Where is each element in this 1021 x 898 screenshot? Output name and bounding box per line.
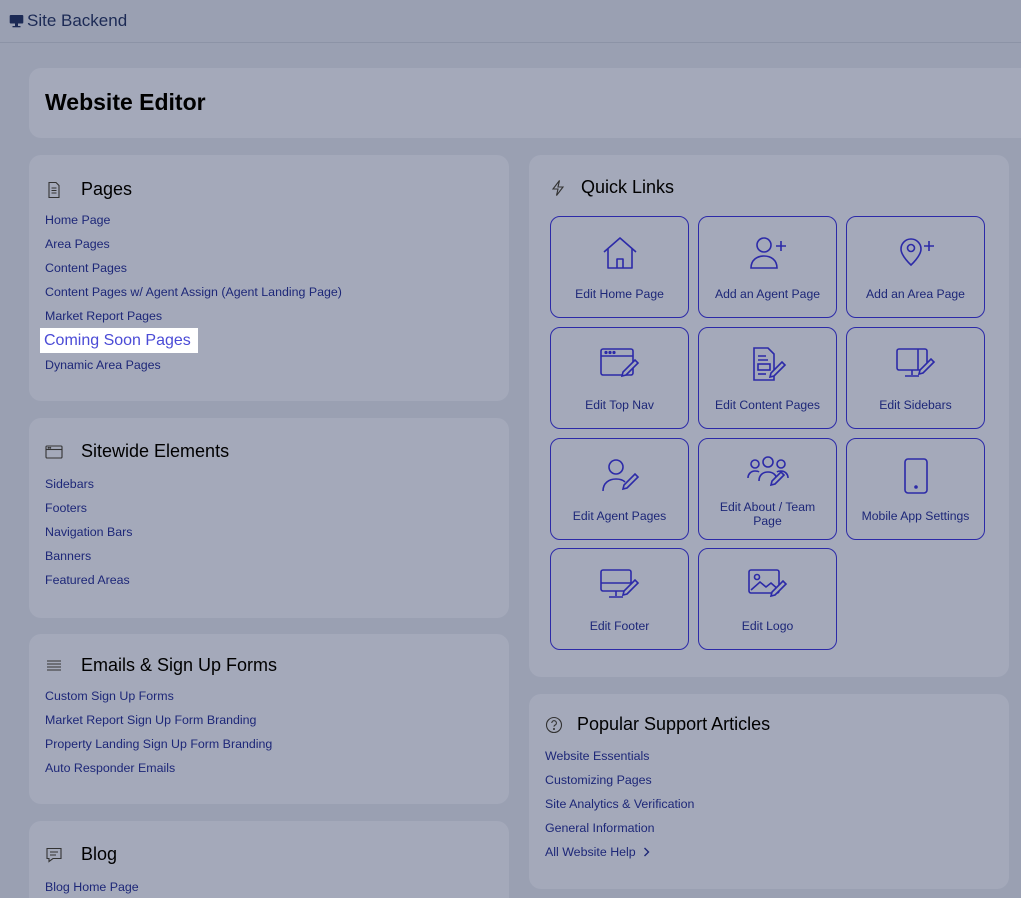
- edit-team-icon: [746, 456, 789, 487]
- monitor-icon: [9, 15, 24, 28]
- support-title: Popular Support Articles: [577, 714, 771, 734]
- sitewide-links: Sidebars Footers Navigation Bars Banners…: [45, 472, 132, 592]
- edit-browser-icon: [599, 348, 639, 378]
- link-property-landing-sign-up-branding[interactable]: Property Landing Sign Up Form Branding: [45, 732, 272, 756]
- quick-links-grid: Edit Home Page Add an Agent Page Add an …: [550, 216, 990, 656]
- link-auto-responder-emails[interactable]: Auto Responder Emails: [45, 756, 272, 780]
- support-card: Popular Support Articles Website Essenti…: [529, 694, 1009, 889]
- tile-edit-home-page[interactable]: Edit Home Page: [550, 216, 689, 318]
- tile-add-agent-page[interactable]: Add an Agent Page: [698, 216, 837, 318]
- blog-links: Blog Home Page: [45, 875, 139, 898]
- page-title: Website Editor: [45, 89, 206, 115]
- browser-window-icon: [45, 444, 63, 459]
- support-links: Website Essentials Customizing Pages Sit…: [545, 744, 694, 864]
- sitewide-title: Sitewide Elements: [81, 441, 230, 461]
- pages-header: Pages: [45, 179, 132, 200]
- link-custom-sign-up-forms[interactable]: Custom Sign Up Forms: [45, 684, 272, 708]
- tile-mobile-app-settings[interactable]: Mobile App Settings: [846, 438, 985, 540]
- link-customizing-pages[interactable]: Customizing Pages: [545, 768, 694, 792]
- help-circle-icon: [545, 716, 563, 733]
- blog-card: Blog Blog Home Page: [29, 821, 509, 898]
- list-icon: [47, 659, 61, 671]
- pages-title: Pages: [81, 179, 133, 199]
- blog-title: Blog: [81, 844, 118, 864]
- link-banners[interactable]: Banners: [45, 544, 132, 568]
- link-coming-soon-pages[interactable]: Coming Soon Pages: [40, 328, 198, 353]
- edit-footer-icon: [599, 569, 639, 598]
- tile-edit-about-team-page[interactable]: Edit About / Team Page: [698, 438, 837, 540]
- link-website-essentials[interactable]: Website Essentials: [545, 744, 694, 768]
- edit-user-icon: [601, 459, 639, 492]
- support-header: Popular Support Articles: [545, 714, 770, 735]
- top-bar: Site Backend: [0, 0, 1021, 43]
- link-market-report-sign-up-branding[interactable]: Market Report Sign Up Form Branding: [45, 708, 272, 732]
- emails-header: Emails & Sign Up Forms: [45, 655, 277, 676]
- tile-edit-agent-pages[interactable]: Edit Agent Pages: [550, 438, 689, 540]
- site-backend-title[interactable]: Site Backend: [27, 11, 127, 31]
- add-location-icon: [899, 238, 934, 267]
- tile-edit-sidebars[interactable]: Edit Sidebars: [846, 327, 985, 429]
- link-general-information[interactable]: General Information: [545, 816, 694, 840]
- link-blog-home-page[interactable]: Blog Home Page: [45, 875, 139, 898]
- link-dynamic-area-pages[interactable]: Dynamic Area Pages: [45, 353, 342, 377]
- link-site-analytics-verification[interactable]: Site Analytics & Verification: [545, 792, 694, 816]
- edit-image-icon: [747, 569, 787, 598]
- chat-bubble-icon: [46, 847, 62, 863]
- tile-edit-top-nav[interactable]: Edit Top Nav: [550, 327, 689, 429]
- tile-edit-footer[interactable]: Edit Footer: [550, 548, 689, 650]
- edit-document-icon: [752, 347, 786, 381]
- sitewide-header: Sitewide Elements: [45, 441, 229, 462]
- emails-links: Custom Sign Up Forms Market Report Sign …: [45, 684, 272, 780]
- link-all-website-help[interactable]: All Website Help: [545, 840, 694, 864]
- edit-monitor-icon: [895, 348, 935, 377]
- pages-links: Home Page Area Pages Content Pages Conte…: [40, 208, 342, 377]
- editor-header-card: Website Editor: [29, 68, 1021, 138]
- link-sidebars[interactable]: Sidebars: [45, 472, 132, 496]
- tile-add-area-page[interactable]: Add an Area Page: [846, 216, 985, 318]
- chevron-right-icon: [643, 847, 650, 857]
- link-area-pages[interactable]: Area Pages: [45, 232, 342, 256]
- link-market-report-pages[interactable]: Market Report Pages: [45, 304, 342, 328]
- link-navigation-bars[interactable]: Navigation Bars: [45, 520, 132, 544]
- link-featured-areas[interactable]: Featured Areas: [45, 568, 132, 592]
- tile-edit-logo[interactable]: Edit Logo: [698, 548, 837, 650]
- pages-card: Pages Home Page Area Pages Content Pages…: [29, 155, 509, 401]
- tile-edit-content-pages[interactable]: Edit Content Pages: [698, 327, 837, 429]
- link-content-pages[interactable]: Content Pages: [45, 256, 342, 280]
- lightning-icon: [551, 179, 565, 196]
- sitewide-card: Sitewide Elements Sidebars Footers Navig…: [29, 418, 509, 618]
- mobile-phone-icon: [903, 458, 928, 494]
- document-icon: [48, 181, 60, 198]
- link-footers[interactable]: Footers: [45, 496, 132, 520]
- link-content-pages-agent-assign[interactable]: Content Pages w/ Agent Assign (Agent Lan…: [45, 280, 342, 304]
- emails-card: Emails & Sign Up Forms Custom Sign Up Fo…: [29, 634, 509, 804]
- quick-links-card: Quick Links Edit Home Page Add an Agent …: [529, 155, 1009, 677]
- all-website-help-label: All Website Help: [545, 845, 636, 859]
- link-home-page[interactable]: Home Page: [45, 208, 342, 232]
- blog-header: Blog: [45, 844, 117, 865]
- emails-title: Emails & Sign Up Forms: [81, 655, 278, 675]
- add-user-icon: [749, 237, 786, 269]
- home-icon: [602, 237, 637, 269]
- quick-links-title: Quick Links: [581, 177, 675, 197]
- quick-links-header: Quick Links: [549, 177, 674, 198]
